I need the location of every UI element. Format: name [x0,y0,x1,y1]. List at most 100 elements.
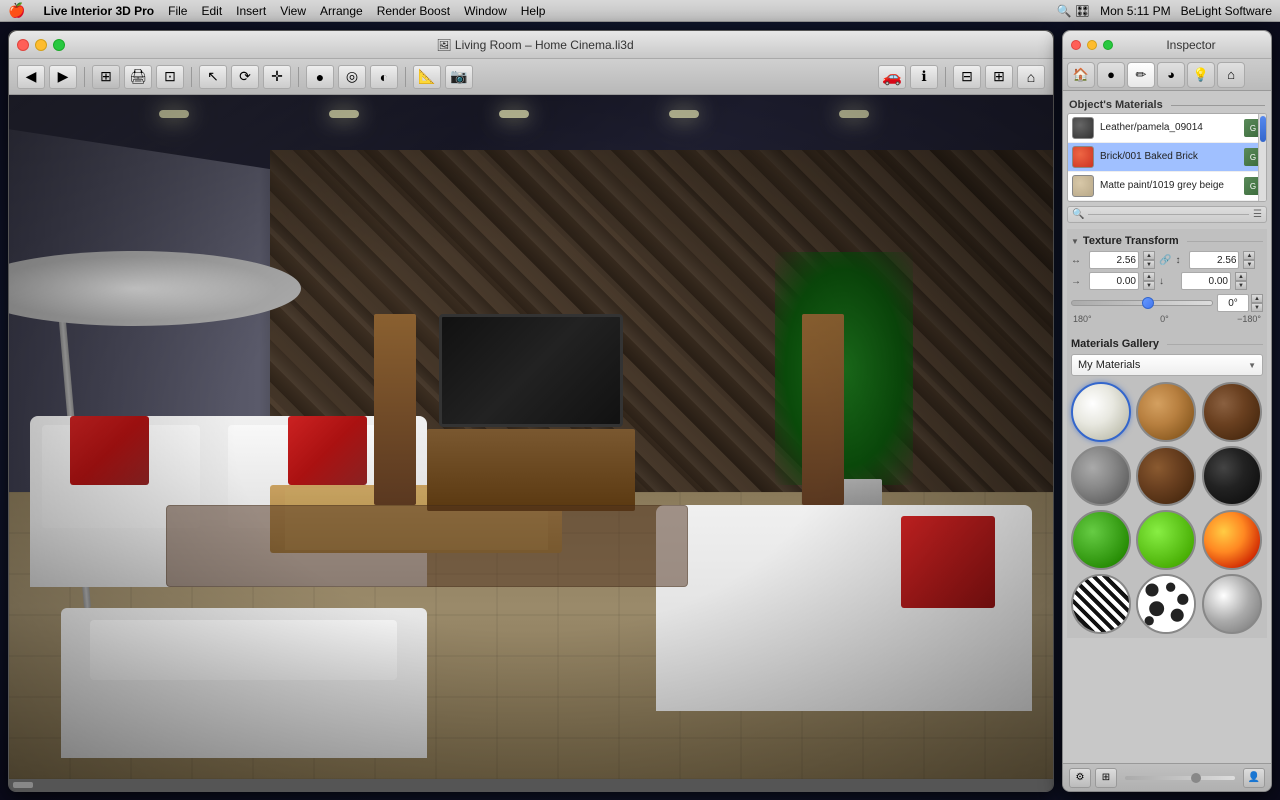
search-bar[interactable]: 🔍 ☰ [1067,206,1267,223]
footer-slider-thumb[interactable] [1191,773,1201,783]
material-ball-zebra[interactable] [1071,574,1131,634]
menubar-render-boost[interactable]: Render Boost [377,4,450,18]
footer-person-button[interactable]: 👤 [1243,768,1265,788]
menubar-edit[interactable]: Edit [201,4,222,18]
scrollbar-handle[interactable] [13,782,33,788]
view-3d-button[interactable]: ◎ [338,65,366,89]
materials-list-container: Leather/pamela_09014 G Brick/001 Baked B… [1067,113,1267,202]
scale-y-stepper[interactable]: ▲ ▼ [1243,251,1255,269]
material-item-leather[interactable]: Leather/pamela_09014 G [1068,114,1266,143]
menubar-insert[interactable]: Insert [236,4,266,18]
offset-x-input[interactable]: 0.00 [1089,272,1139,290]
minimize-button[interactable] [35,39,47,51]
material-name-matte: Matte paint/1019 grey beige [1100,180,1238,192]
close-button[interactable] [17,39,29,51]
section-divider [1187,241,1263,242]
scale-x-down[interactable]: ▼ [1143,260,1155,269]
material-ball-dark-wood[interactable] [1202,382,1262,442]
objects-materials-section: Object's Materials [1067,95,1267,113]
offset-x-stepper[interactable]: ▲ ▼ [1143,272,1155,290]
pan-tool[interactable]: ◐ [370,65,398,89]
angle-up[interactable]: ▲ [1251,294,1263,303]
nav-forward-button[interactable]: ▶ [49,65,77,89]
apple-menu[interactable]: 🍎 [8,2,25,19]
material-ball-wood[interactable] [1136,382,1196,442]
inspector-tab-material[interactable]: ✏ [1127,62,1155,88]
angle-slider-track[interactable] [1071,300,1213,306]
tv-cabinet [427,429,636,511]
info-button[interactable]: ℹ [910,65,938,89]
scale-y-up[interactable]: ▲ [1243,251,1255,260]
circle-tool[interactable]: ● [306,65,334,89]
offset-x-up[interactable]: ▲ [1143,272,1155,281]
angle-slider-row: 0° ▲ ▼ [1071,294,1263,312]
inspector-close[interactable] [1071,40,1081,50]
nav-back-button[interactable]: ◀ [17,65,45,89]
ottoman[interactable] [61,608,426,758]
menubar-window[interactable]: Window [464,4,507,18]
menubar-view[interactable]: View [280,4,306,18]
material-ball-bright-green[interactable] [1136,510,1196,570]
material-ball-white[interactable] [1071,382,1131,442]
angle-value-display[interactable]: 0° [1217,294,1249,312]
angle-stepper[interactable]: ▲ ▼ [1251,294,1263,312]
sofa-right[interactable] [656,505,1032,710]
offset-y-input[interactable]: 0.00 [1181,272,1231,290]
link-icon[interactable]: 🔗 [1159,255,1171,266]
measure-tool[interactable]: 📐 [413,65,441,89]
material-item-matte[interactable]: Matte paint/1019 grey beige G [1068,172,1266,201]
inspector-tab-texture[interactable]: ◕ [1157,62,1185,88]
offset-y-up[interactable]: ▲ [1235,272,1247,281]
inspector-tab-light[interactable]: 💡 [1187,62,1215,88]
collapse-arrow[interactable]: ▼ [1071,237,1079,246]
material-ball-brown[interactable] [1136,446,1196,506]
scale-x-input[interactable]: 2.56 [1089,251,1139,269]
materials-scrollbar[interactable] [1258,114,1266,201]
rotate-tool[interactable]: ⟳ [231,65,259,89]
menubar-file[interactable]: File [168,4,187,18]
angle-slider-thumb[interactable] [1142,297,1154,309]
inspector-maximize[interactable] [1103,40,1113,50]
viewport-scrollbar[interactable] [9,779,1053,791]
scale-y-input[interactable]: 2.56 [1189,251,1239,269]
view-iso-button[interactable]: ⊞ [985,65,1013,89]
inspector-tab-scene[interactable]: ⌂ [1217,62,1245,88]
maximize-button[interactable] [53,39,65,51]
viewport[interactable] [9,95,1053,779]
material-ball-black[interactable] [1202,446,1262,506]
footer-settings-button[interactable]: ⚙ [1069,768,1091,788]
scale-x-up[interactable]: ▲ [1143,251,1155,260]
move-tool[interactable]: ✛ [263,65,291,89]
scale-x-stepper[interactable]: ▲ ▼ [1143,251,1155,269]
view-3d-alt-button[interactable]: ⌂ [1017,65,1045,89]
car-icon-button[interactable]: 🚗 [878,65,906,89]
offset-x-down[interactable]: ▼ [1143,281,1155,290]
material-ball-green[interactable] [1071,510,1131,570]
footer-grid-button[interactable]: ⊞ [1095,768,1117,788]
view-front-button[interactable]: ⊟ [953,65,981,89]
floor-plan-button[interactable]: ⊞ [92,65,120,89]
select-tool[interactable]: ↖ [199,65,227,89]
tv-unit[interactable] [427,314,636,519]
materials-gallery-dropdown[interactable]: My Materials ▼ [1071,354,1263,376]
angle-down[interactable]: ▼ [1251,303,1263,312]
menubar-app-name[interactable]: Live Interior 3D Pro [43,4,154,18]
camera-button[interactable]: 📷 [445,65,473,89]
scale-y-down[interactable]: ▼ [1243,260,1255,269]
menubar-arrange[interactable]: Arrange [320,4,363,18]
material-item-brick[interactable]: Brick/001 Baked Brick G [1068,143,1266,172]
material-ball-fire[interactable] [1202,510,1262,570]
material-ball-stone[interactable] [1071,446,1131,506]
offset-y-stepper[interactable]: ▲ ▼ [1235,272,1247,290]
inspector-tab-object[interactable]: 🏠 [1067,62,1095,88]
inspector-tab-sphere[interactable]: ● [1097,62,1125,88]
menubar-help[interactable]: Help [521,4,546,18]
material-ball-spots[interactable] [1136,574,1196,634]
inspector-minimize[interactable] [1087,40,1097,50]
gallery-divider [1167,344,1263,345]
material-ball-silver[interactable] [1202,574,1262,634]
view-button[interactable]: ⊡ [156,65,184,89]
footer-slider[interactable] [1125,776,1235,780]
render-button[interactable]: 🖨 [124,65,152,89]
offset-y-down[interactable]: ▼ [1235,281,1247,290]
